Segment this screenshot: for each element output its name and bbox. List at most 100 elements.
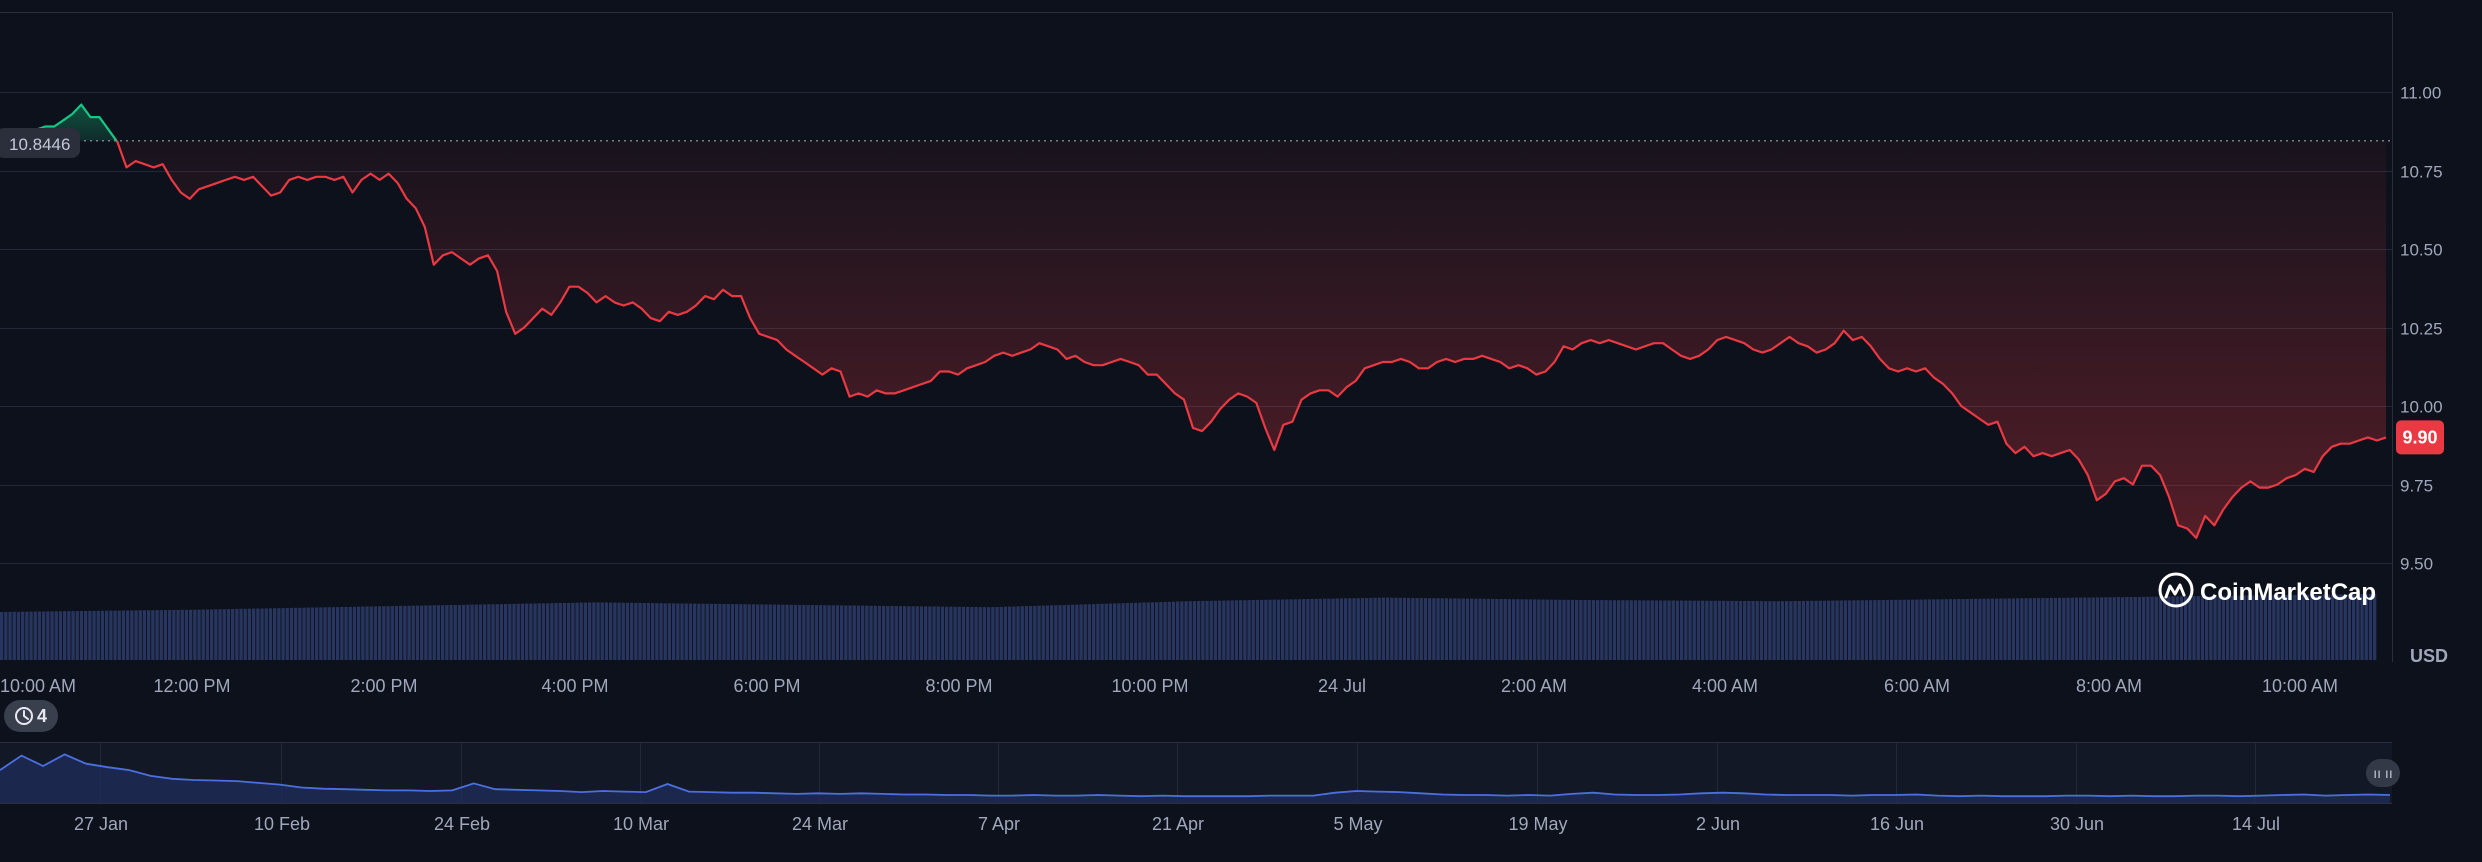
volume-bar <box>394 606 399 660</box>
volume-bar <box>508 603 512 660</box>
volume-bar <box>323 607 327 660</box>
x-tick-label: 12:00 PM <box>153 676 230 696</box>
volume-bar <box>1659 600 1663 660</box>
volume-bar <box>1780 601 1785 660</box>
volume-bar <box>1171 601 1176 660</box>
volume-bar <box>1234 600 1239 660</box>
volume-bar <box>1612 600 1617 660</box>
reference-price-label: 10.8446 <box>9 135 70 154</box>
volume-bar <box>8 611 12 660</box>
volume-bar <box>1554 599 1558 660</box>
volume-bar <box>151 610 155 660</box>
volume-bar <box>1524 599 1528 660</box>
volume-bar <box>109 610 113 660</box>
volume-bar <box>201 609 205 660</box>
volume-bar <box>432 605 436 660</box>
navigator-handle[interactable]: ıı ıı <box>2366 759 2400 787</box>
volume-bar <box>1188 601 1192 660</box>
price-chart[interactable]: CoinMarketCap 10.8446 11.00 10.75 10.50 10.… <box>0 0 2482 862</box>
volume-bar <box>604 602 609 660</box>
volume-bar <box>1587 600 1591 660</box>
volume-bar <box>1054 605 1058 660</box>
volume-bar <box>1251 600 1255 660</box>
volume-bar <box>33 611 37 660</box>
volume-bar <box>2137 596 2142 660</box>
volume-bar <box>697 603 701 660</box>
volume-bar <box>1537 599 1541 660</box>
volume-bar <box>2007 598 2011 660</box>
volume-bar <box>945 606 949 660</box>
history-count: 4 <box>37 706 47 726</box>
volume-bar <box>903 606 907 660</box>
volume-bar <box>646 603 651 660</box>
y-tick-label: 9.50 <box>2400 555 2433 574</box>
volume-bar <box>25 611 29 660</box>
volume-bar <box>411 605 415 660</box>
volume-bar <box>457 604 462 660</box>
volume-bar <box>1398 597 1402 660</box>
volume-bar <box>2087 597 2091 660</box>
volume-bar <box>1008 606 1012 660</box>
volume-bar <box>802 604 806 660</box>
volume-bar <box>1230 600 1234 660</box>
x-tick-label: 10:00 AM <box>0 676 76 696</box>
volume-bar <box>1352 598 1356 660</box>
volume-bar <box>1272 599 1276 660</box>
volume-bar <box>243 608 247 660</box>
volume-bar <box>0 612 4 660</box>
volume-bar <box>1075 604 1079 660</box>
volume-bar <box>100 610 105 660</box>
volume-bar <box>1146 602 1150 660</box>
volume-bar <box>869 605 873 660</box>
volume-bar <box>75 611 79 660</box>
volume-bar <box>890 606 894 660</box>
volume-bar <box>92 610 96 660</box>
volume-bar <box>58 611 63 660</box>
volume-bar <box>1646 600 1650 660</box>
volume-bar <box>684 603 688 660</box>
volume-bar <box>449 605 453 660</box>
volume-bar <box>659 603 663 660</box>
volume-bar <box>336 607 340 660</box>
volume-bar <box>1717 600 1722 660</box>
history-button[interactable]: 4 <box>4 700 58 732</box>
volume-bar <box>373 606 378 660</box>
volume-bar <box>1596 600 1600 660</box>
volume-bar <box>2129 597 2133 660</box>
volume-bar <box>1264 599 1268 660</box>
x-tick-label: 6:00 AM <box>1884 676 1950 696</box>
volume-bar <box>747 604 751 660</box>
volume-bar <box>1759 601 1764 660</box>
volume-bar <box>1041 605 1045 660</box>
volume-bar <box>1705 600 1709 660</box>
volume-bar <box>1491 598 1495 660</box>
volume-bar <box>651 603 655 660</box>
volume-bar <box>327 607 331 660</box>
volume-bar <box>1226 600 1230 660</box>
volume-bar <box>235 608 239 660</box>
volume-bar <box>1356 598 1360 660</box>
volume-bar <box>638 602 642 660</box>
volume-bar <box>1503 599 1507 660</box>
volume-bar <box>667 603 672 660</box>
volume-bar <box>1197 601 1201 660</box>
volume-bar <box>1436 598 1440 660</box>
watermark-text: CoinMarketCap <box>2200 579 2376 606</box>
volume-bar <box>1848 600 1852 660</box>
volume-bar <box>2037 598 2041 660</box>
volume-bar <box>1533 599 1537 660</box>
volume-bar <box>197 609 201 660</box>
volume-bar <box>592 602 596 660</box>
volume-bar <box>1579 600 1583 660</box>
volume-bar <box>907 606 911 660</box>
volume-bar <box>819 605 823 660</box>
volume-bar <box>2163 596 2167 660</box>
volume-bar <box>1545 599 1549 660</box>
volume-bar <box>2041 598 2045 660</box>
volume-bar <box>1806 600 1810 660</box>
x-tick-label: 2:00 AM <box>1501 676 1567 696</box>
volume-bar <box>1474 598 1478 660</box>
volume-bar <box>1885 599 1890 660</box>
volume-bar <box>331 607 336 660</box>
volume-bar <box>184 609 189 660</box>
